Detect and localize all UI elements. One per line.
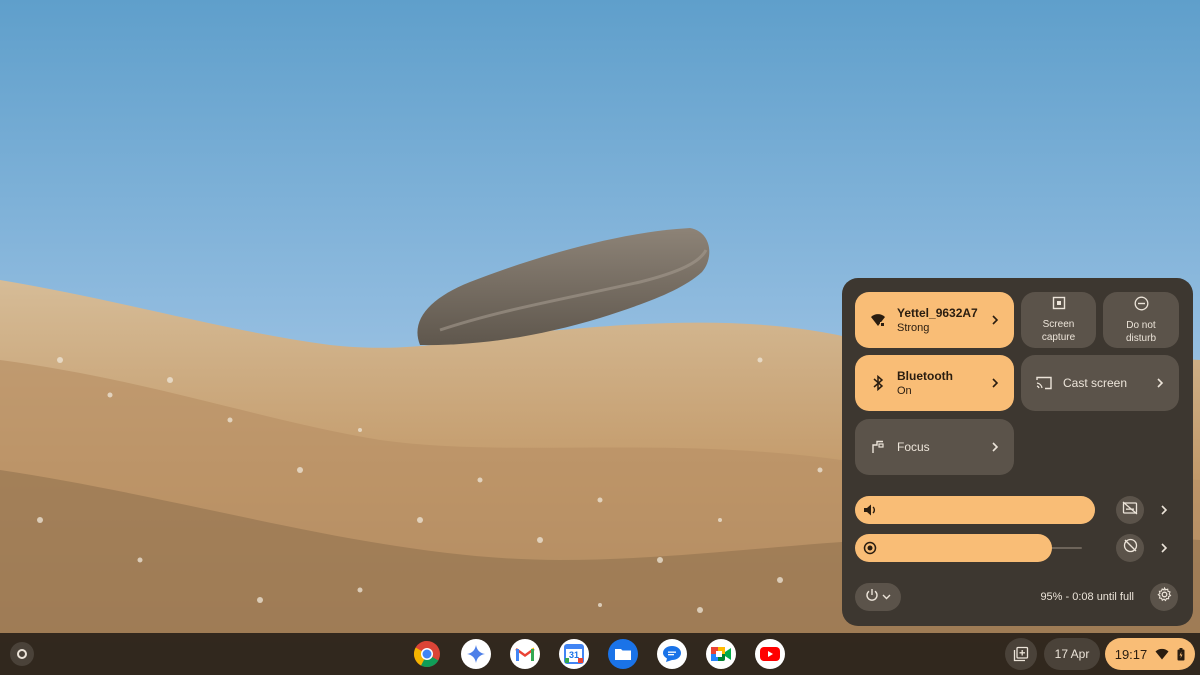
screen-capture-label-1: Screen — [1042, 319, 1075, 330]
time-label: 19:17 — [1114, 646, 1148, 662]
night-light-off-icon — [1123, 538, 1138, 558]
screen-capture-tile[interactable]: Screen capture — [1021, 292, 1096, 348]
youtube-app-button[interactable] — [755, 639, 785, 669]
do-not-disturb-icon — [1134, 296, 1149, 316]
network-tile[interactable]: Yettel_9632A7 Strong — [855, 292, 1014, 348]
holding-space-button[interactable] — [1005, 638, 1037, 670]
brightness-icon — [862, 540, 878, 556]
chrome-icon — [413, 640, 440, 667]
power-icon — [865, 588, 879, 607]
meet-app-button[interactable] — [706, 639, 736, 669]
holding-space-icon — [1013, 646, 1029, 662]
brightness-slider[interactable] — [855, 534, 1082, 562]
cast-icon — [1035, 374, 1053, 392]
night-light-toggle-button[interactable] — [1116, 534, 1144, 562]
power-menu-button[interactable] — [855, 583, 901, 611]
gemini-icon — [467, 645, 485, 663]
do-not-disturb-tile[interactable]: Do not disturb — [1103, 292, 1179, 348]
wifi-lock-icon — [869, 311, 887, 329]
bluetooth-tile[interactable]: Bluetooth On — [855, 355, 1014, 411]
date-tray-button[interactable]: 17 Apr — [1044, 638, 1100, 670]
gear-icon — [1156, 586, 1172, 607]
volume-slider[interactable] — [855, 496, 1095, 524]
do-not-disturb-label-2: disturb — [1125, 332, 1156, 344]
meet-icon — [711, 647, 731, 661]
bluetooth-icon — [869, 374, 887, 392]
cast-screen-title: Cast screen — [1063, 375, 1128, 390]
calendar-day: 31 — [568, 650, 579, 660]
network-strength: Strong — [897, 321, 930, 334]
calendar-app-button[interactable]: 31 — [559, 639, 589, 669]
messages-app-button[interactable] — [657, 639, 687, 669]
caption-toggle-button[interactable] — [1116, 496, 1144, 524]
screen-capture-label-2: capture — [1041, 332, 1076, 343]
chevron-right-icon[interactable] — [986, 378, 1004, 388]
settings-button[interactable] — [1150, 583, 1178, 611]
display-settings-chevron-icon[interactable] — [1156, 540, 1172, 556]
audio-settings-chevron-icon[interactable] — [1156, 502, 1172, 518]
gmail-app-button[interactable] — [510, 639, 540, 669]
cast-screen-tile[interactable]: Cast screen — [1021, 355, 1179, 411]
chevron-right-icon[interactable] — [1151, 378, 1169, 388]
volume-slider-fill — [855, 496, 1095, 524]
youtube-icon — [760, 647, 780, 661]
do-not-disturb-label-1: Do not — [1126, 319, 1156, 331]
chrome-app-button[interactable] — [412, 639, 442, 669]
date-label: 17 Apr — [1054, 647, 1090, 661]
gmail-icon — [515, 647, 535, 661]
chevron-right-icon[interactable] — [986, 315, 1004, 325]
messages-icon — [663, 646, 681, 662]
focus-icon — [869, 438, 887, 456]
gemini-app-button[interactable] — [461, 639, 491, 669]
network-name: Yettel_9632A7 — [897, 305, 978, 320]
files-app-button[interactable] — [608, 639, 638, 669]
status-area-button[interactable]: 19:17 — [1105, 638, 1195, 670]
bluetooth-title: Bluetooth — [897, 368, 953, 383]
closed-caption-off-icon — [1122, 501, 1138, 520]
chevron-down-icon — [882, 588, 891, 606]
battery-status-text: 95% - 0:08 until full — [1040, 591, 1134, 603]
files-icon — [615, 649, 631, 660]
focus-tile[interactable]: Focus — [855, 419, 1014, 475]
wifi-icon — [1155, 648, 1169, 660]
focus-title: Focus — [897, 439, 930, 454]
launcher-circle-icon — [17, 649, 27, 659]
chevron-right-icon[interactable] — [986, 442, 1004, 452]
brightness-slider-fill — [855, 534, 1053, 562]
launcher-button[interactable] — [10, 642, 34, 666]
shelf: 31 17 Apr 19:17 — [0, 633, 1200, 675]
bluetooth-status: On — [897, 384, 912, 397]
battery-charging-icon — [1177, 647, 1185, 660]
volume-icon — [862, 502, 878, 518]
screen-capture-icon — [1052, 296, 1066, 315]
